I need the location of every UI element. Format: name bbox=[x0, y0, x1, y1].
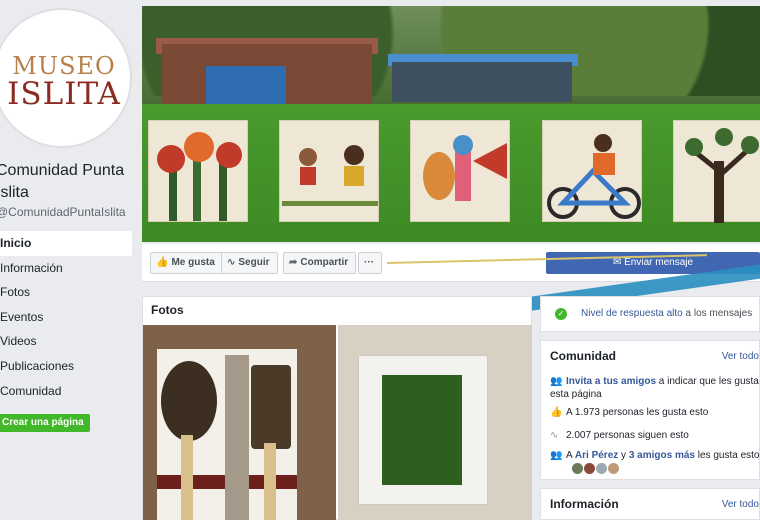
likes-count-text: A 1.973 personas les gusta esto bbox=[566, 407, 709, 418]
nav-item-inicio[interactable]: Inicio bbox=[0, 231, 132, 256]
messenger-icon: ✉ bbox=[612, 257, 625, 268]
cover-building-2 bbox=[392, 62, 572, 102]
response-rate-card: ✓ Nivel de respuesta alto a los mensajes bbox=[540, 296, 760, 332]
page-nav: Inicio Información Fotos Eventos Videos … bbox=[0, 231, 132, 403]
rss-icon: ∿ bbox=[550, 430, 559, 441]
invite-friends-row: 👥 Invita a tus amigos a indicar que les g… bbox=[550, 375, 760, 401]
avatar[interactable] bbox=[608, 463, 619, 474]
rss-icon: ∿ bbox=[227, 257, 236, 268]
page-title[interactable]: Comunidad Punta Islita bbox=[0, 160, 140, 204]
mosaic-tile-flowers bbox=[148, 120, 248, 222]
response-rate-rest: a los mensajes bbox=[682, 308, 753, 319]
mosaic-tile-tree bbox=[673, 120, 760, 223]
tree-mosaic-icon bbox=[685, 128, 759, 223]
nav-item-videos[interactable]: Videos bbox=[0, 329, 132, 354]
send-message-label: Enviar mensaje bbox=[624, 257, 694, 268]
response-rate-text: Nivel de respuesta alto a los mensajes bbox=[581, 308, 752, 319]
linocut-print bbox=[382, 375, 462, 485]
community-title: Comunidad bbox=[550, 349, 616, 363]
left-sidebar: MUSEO ISLITA Comunidad Punta Islita @Com… bbox=[0, 0, 140, 520]
figure-mosaic-icon bbox=[423, 135, 507, 201]
logo-text-line2: ISLITA bbox=[7, 76, 121, 112]
children-drawing-icon bbox=[282, 145, 378, 206]
friends-pre: A bbox=[566, 450, 575, 461]
friends-avatars bbox=[572, 461, 620, 479]
like-label: Me gusta bbox=[171, 257, 215, 268]
response-rate-highlight: Nivel de respuesta alto bbox=[581, 308, 683, 319]
avatar[interactable] bbox=[584, 463, 595, 474]
profile-picture[interactable]: MUSEO ISLITA bbox=[0, 8, 132, 148]
likes-row: 👍 A 1.973 personas les gusta esto bbox=[550, 406, 760, 419]
nav-item-informacion[interactable]: Información bbox=[0, 256, 132, 281]
information-see-all-link[interactable]: Ver todo bbox=[722, 499, 759, 510]
nav-item-fotos[interactable]: Fotos bbox=[0, 280, 132, 305]
avatar[interactable] bbox=[596, 463, 607, 474]
information-card: Información Ver todo bbox=[540, 488, 760, 520]
check-icon: ✓ bbox=[555, 308, 567, 320]
cover-photo[interactable] bbox=[142, 6, 760, 242]
photos-title[interactable]: Fotos bbox=[151, 303, 184, 317]
nav-item-eventos[interactable]: Eventos bbox=[0, 305, 132, 330]
friends-post: les gusta esto bbox=[694, 450, 760, 461]
follow-label: Seguir bbox=[238, 257, 270, 268]
more-button[interactable]: ··· bbox=[358, 252, 382, 274]
wooden-knife bbox=[225, 355, 249, 520]
wooden-spoon bbox=[161, 361, 217, 441]
photo-thumbnail-print[interactable] bbox=[338, 325, 532, 520]
avatar[interactable] bbox=[572, 463, 583, 474]
nav-item-publicaciones[interactable]: Publicaciones bbox=[0, 354, 132, 379]
photo-thumbnail-cutlery[interactable] bbox=[143, 325, 336, 520]
cover-building-wall bbox=[206, 66, 286, 104]
friend-name-link[interactable]: Ari Pérez bbox=[575, 450, 618, 461]
information-title: Información bbox=[550, 497, 619, 511]
photos-card: Fotos bbox=[142, 296, 532, 520]
thumbs-up-icon: 👍 bbox=[156, 257, 169, 268]
like-button[interactable]: 👍 Me gusta bbox=[150, 252, 223, 274]
page-handle[interactable]: @ComunidadPuntaIslita bbox=[0, 205, 126, 219]
people-icon: 👥 bbox=[550, 376, 563, 387]
share-button[interactable]: ➦ Compartir bbox=[283, 252, 357, 274]
fork-handle bbox=[264, 443, 276, 520]
mosaic-tile-bicycle bbox=[542, 120, 642, 222]
people-icon: 👥 bbox=[550, 450, 563, 461]
follow-button[interactable]: ∿ Seguir bbox=[221, 252, 278, 274]
create-page-button[interactable]: Crear una página bbox=[0, 414, 90, 432]
invite-friends-link[interactable]: Invita a tus amigos bbox=[566, 376, 656, 387]
more-label: ··· bbox=[364, 257, 374, 268]
wooden-fork bbox=[251, 365, 291, 449]
nav-item-comunidad[interactable]: Comunidad bbox=[0, 379, 132, 404]
page-action-bar: 👍 Me gusta ∿ Seguir ➦ Compartir ··· ✉ Envia… bbox=[142, 244, 760, 316]
bicycle-mosaic-icon bbox=[547, 134, 641, 219]
community-see-all-link[interactable]: Ver todo bbox=[722, 351, 759, 362]
follows-row: ∿ 2.007 personas siguen esto bbox=[550, 429, 760, 442]
spoon-handle bbox=[181, 435, 193, 520]
follows-count-text: 2.007 personas siguen esto bbox=[566, 430, 689, 441]
community-card: Comunidad Ver todo 👥 Invita a tus amigos … bbox=[540, 340, 760, 480]
mosaic-tile-children bbox=[279, 120, 379, 222]
thumbs-up-icon: 👍 bbox=[550, 407, 563, 418]
share-arrow-icon: ➦ bbox=[289, 257, 298, 268]
friends-mid: y bbox=[618, 450, 629, 461]
flowers-mosaic-icon bbox=[157, 132, 242, 221]
share-label: Compartir bbox=[300, 257, 349, 268]
more-friends-link[interactable]: 3 amigos más bbox=[629, 450, 695, 461]
mosaic-tile-figure bbox=[410, 120, 510, 222]
